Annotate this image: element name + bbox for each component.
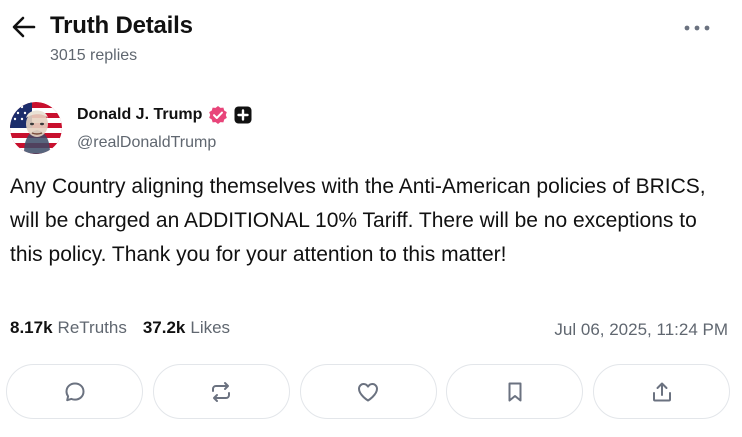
like-button[interactable] (299, 364, 437, 419)
display-name-row: Donald J. Trump (77, 105, 252, 125)
avatar-image (10, 102, 62, 154)
heart-icon (358, 382, 378, 401)
post-author: Donald J. Trump @realDonaldTrump (10, 100, 410, 156)
display-name[interactable]: Donald J. Trump (77, 106, 202, 124)
ellipsis-icon (684, 25, 710, 31)
page-title: Truth Details (50, 12, 193, 39)
arrow-left-icon (12, 16, 36, 38)
likes-count[interactable]: 37.2k (143, 318, 186, 338)
verified-badge-icon (209, 106, 228, 124)
bookmark-icon (508, 382, 522, 401)
retruths-label[interactable]: ReTruths (58, 318, 127, 338)
plus-badge-icon (234, 106, 252, 124)
user-handle[interactable]: @realDonaldTrump (77, 134, 216, 152)
likes-label[interactable]: Likes (190, 318, 230, 338)
retruth-button[interactable] (152, 364, 290, 419)
comment-icon (65, 382, 84, 401)
more-options-button[interactable] (682, 18, 712, 38)
post-stats: 8.17k ReTruths 37.2k Likes (10, 318, 246, 342)
bookmark-button[interactable] (446, 364, 584, 419)
share-icon (652, 382, 671, 401)
share-button[interactable] (593, 364, 730, 419)
repost-icon (212, 381, 231, 402)
reply-button[interactable] (6, 364, 143, 419)
post-timestamp: Jul 06, 2025, 11:24 PM (554, 320, 728, 339)
avatar[interactable] (10, 102, 62, 154)
retruths-count[interactable]: 8.17k (10, 318, 53, 338)
back-button[interactable] (10, 14, 38, 40)
post-body-text: Any Country aligning themselves with the… (10, 175, 706, 266)
action-bar (6, 364, 730, 419)
page-header: Truth Details 3015 replies (0, 0, 742, 80)
reply-count: 3015 replies (50, 47, 138, 64)
